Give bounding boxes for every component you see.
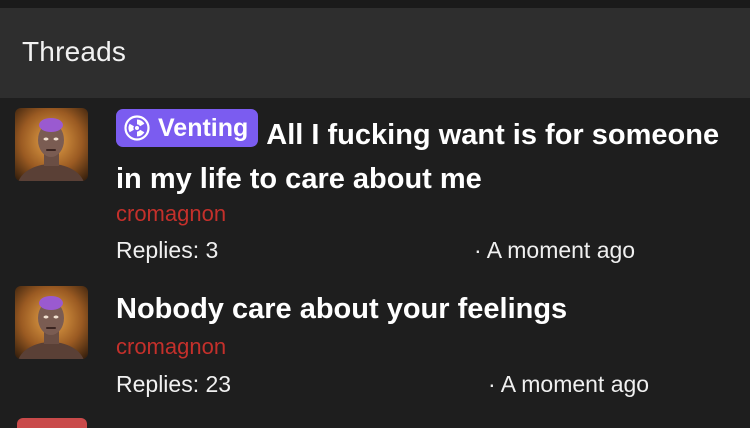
page-title: Threads [22, 36, 127, 67]
avatar[interactable] [15, 108, 88, 181]
category-badge-venting[interactable]: Venting [116, 109, 259, 147]
thread-title[interactable]: Venting All I fucking want is for someon… [116, 109, 720, 201]
replies-count: Replies: 3 [116, 237, 219, 263]
author-link[interactable]: cromagnon [116, 201, 226, 227]
timestamp: · A moment ago [474, 237, 636, 263]
avatar-image [15, 286, 88, 359]
badge-label: Venting [158, 114, 249, 142]
radiation-icon [124, 115, 150, 141]
threads-header: Threads [0, 8, 750, 98]
avatar[interactable] [15, 286, 88, 359]
thread-item[interactable]: Nobody care about your feelings cromagno… [0, 278, 750, 418]
status-strip [0, 0, 750, 8]
author-link[interactable]: cromagnon [116, 334, 226, 360]
avatar-image [15, 108, 88, 181]
timestamp: · A moment ago [488, 371, 650, 397]
thread-item[interactable]: Venting All I fucking want is for someon… [0, 98, 750, 278]
thread-title-text: Nobody care about your feelings [116, 293, 568, 325]
next-thread-avatar [17, 418, 87, 428]
replies-count: Replies: 23 [116, 371, 232, 397]
thread-title[interactable]: Nobody care about your feelings [116, 287, 720, 331]
